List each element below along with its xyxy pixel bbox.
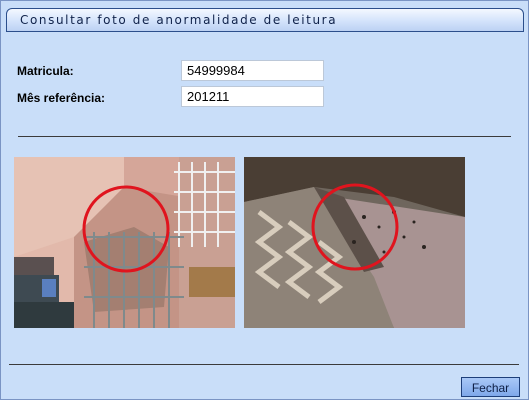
window-title: Consultar foto de anormalidade de leitur… <box>20 13 338 27</box>
anomaly-photo-2 <box>244 157 465 328</box>
close-button[interactable]: Fechar <box>461 377 520 397</box>
divider-bottom <box>9 364 519 365</box>
dialog-window: Consultar foto de anormalidade de leitur… <box>0 0 529 400</box>
matricula-label: Matricula: <box>17 64 74 78</box>
mes-referencia-label: Mês referência: <box>17 91 106 105</box>
anomaly-photo-1 <box>14 157 235 328</box>
matricula-field[interactable] <box>181 60 324 81</box>
mes-referencia-field[interactable] <box>181 86 324 107</box>
divider-top <box>18 136 511 137</box>
title-bar: Consultar foto de anormalidade de leitur… <box>6 8 524 32</box>
